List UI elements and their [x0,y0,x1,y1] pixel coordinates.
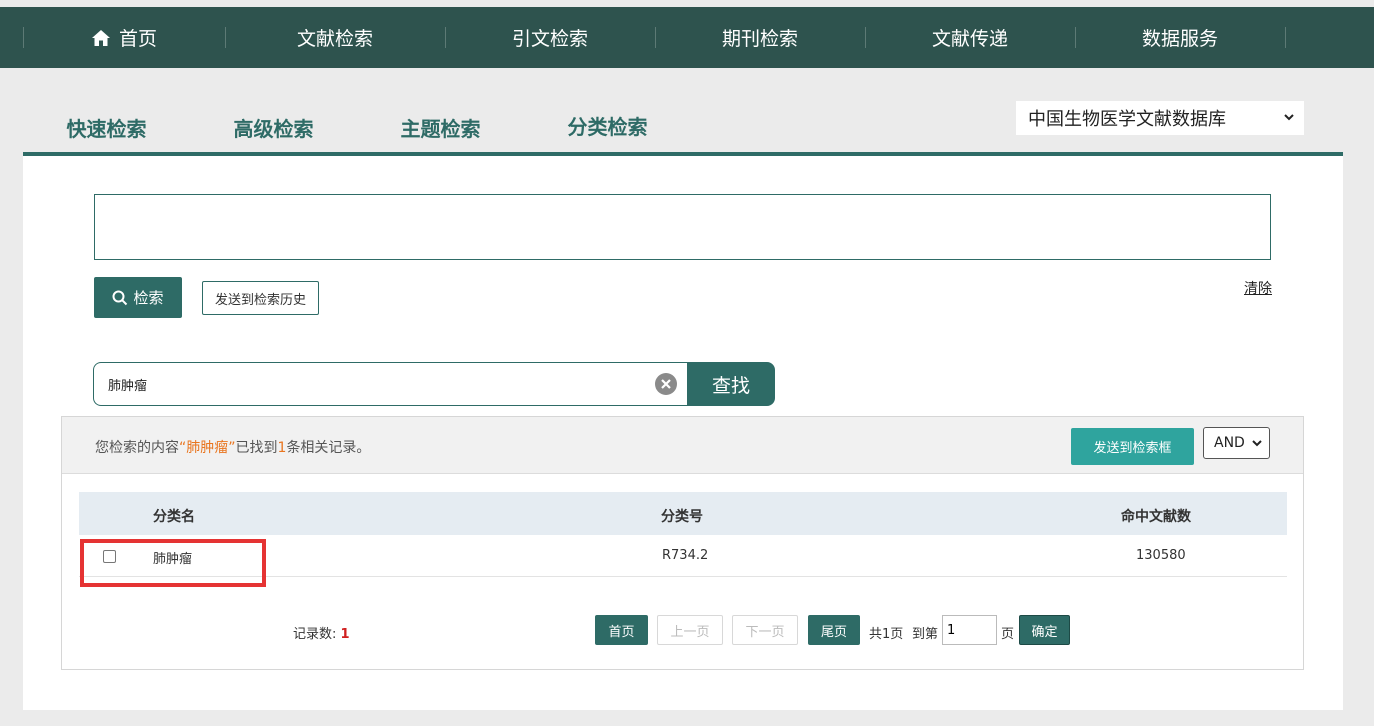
result-msg-suffix: 条相关记录。 [286,440,371,456]
column-header-name: 分类名 [153,509,195,525]
next-page-label: 下一页 [745,624,785,640]
first-page-button[interactable]: 首页 [595,615,648,645]
total-pages: 共1页 [869,627,904,642]
nav-item-citation-search[interactable]: 引文检索 [445,7,655,68]
search-icon [112,290,128,305]
highlight-outline [80,539,266,587]
send-to-query-box-label: 发送到检索框 [1093,441,1172,456]
search-panel: 快速检索 高级检索 主题检索 分类检索 中国生物医学文献数据库 检索 发送到检索… [23,68,1343,710]
last-page-button[interactable]: 尾页 [808,615,860,645]
result-msg-prefix: 您检索的内容 [95,440,179,456]
first-page-label: 首页 [608,624,635,640]
tab-label: 快速检索 [66,116,147,141]
operator-select[interactable]: AND [1203,427,1270,459]
nav-item-label: 文献传递 [931,28,1008,50]
tab-subject-search[interactable]: 主题检索 [357,98,524,156]
nav-item-data-service[interactable]: 数据服务 [1075,7,1285,68]
database-select-value: 中国生物医学文献数据库 [1028,109,1226,130]
row-hit-count: 130580 [1136,548,1186,563]
nav-item-literature-search[interactable]: 文献检索 [225,7,445,68]
nav-item-label: 首页 [118,28,157,50]
clear-input-icon[interactable] [655,373,677,395]
search-button[interactable]: 检索 [94,277,182,318]
result-panel: 您检索的内容“肺肿瘤”已找到1条相关记录。 发送到检索框 AND 分类名 分类号… [61,416,1304,670]
row-class-code: R734.2 [662,548,709,563]
last-page-label: 尾页 [820,624,847,640]
send-to-history-label: 发送到检索历史 [214,292,306,308]
goto-label: 到第 [912,627,939,642]
nav-item-label: 引文检索 [511,28,588,50]
home-icon [91,29,110,46]
table-row: 肺肿瘤 R734.2 130580 [79,535,1287,587]
search-content: 检索 发送到检索历史 清除 查找 您检索的内容“肺肿瘤”已找到1条相关记录。 发… [23,156,1343,710]
nav-item-label: 数据服务 [1141,28,1218,50]
category-find-bar: 查找 [93,362,775,406]
send-to-query-box-button[interactable]: 发送到检索框 [1071,428,1194,465]
record-count-value: 1 [340,627,350,642]
prev-page-label: 上一页 [670,624,710,640]
chevron-down-icon [1252,440,1262,447]
tab-label: 高级检索 [233,116,314,141]
chevron-down-icon [1284,114,1294,121]
tab-label: 分类检索 [567,115,648,139]
result-keyword: “肺肿瘤” [179,440,236,456]
category-find-input[interactable] [93,362,689,406]
prev-page-button: 上一页 [657,615,723,645]
send-to-history-button[interactable]: 发送到检索历史 [202,281,319,315]
next-page-button: 下一页 [732,615,798,645]
close-icon [661,379,671,389]
result-header: 您检索的内容“肺肿瘤”已找到1条相关记录。 发送到检索框 AND [62,417,1303,474]
column-header-code: 分类号 [661,509,703,525]
clear-link[interactable]: 清除 [1244,278,1272,298]
top-navigation-bar: 首页 文献检索 引文检索 期刊检索 文献传递 数据服务 [0,7,1374,68]
database-select[interactable]: 中国生物医学文献数据库 [1016,101,1304,135]
query-textarea[interactable] [94,194,1271,260]
record-count-label: 记录数: [293,627,337,642]
confirm-page-label: 确定 [1031,624,1058,640]
find-button[interactable]: 查找 [687,362,775,406]
column-header-hits: 命中文献数 [1121,509,1191,525]
operator-value: AND [1214,435,1245,451]
find-button-label: 查找 [711,374,750,397]
confirm-page-button[interactable]: 确定 [1019,615,1070,645]
nav-item-document-delivery[interactable]: 文献传递 [865,7,1075,68]
nav-item-label: 期刊检索 [721,28,798,50]
nav-item-journal-search[interactable]: 期刊检索 [655,7,865,68]
nav-item-home[interactable]: 首页 [23,7,225,68]
nav-item-label: 文献检索 [296,28,373,50]
tab-advanced-search[interactable]: 高级检索 [190,98,357,156]
search-tabs: 快速检索 高级检索 主题检索 分类检索 中国生物医学文献数据库 [23,68,1343,156]
table-header: 分类名 分类号 命中文献数 [79,492,1287,535]
search-button-label: 检索 [133,289,164,307]
tab-classification-search[interactable]: 分类检索 [524,98,691,156]
tab-quick-search[interactable]: 快速检索 [23,98,190,156]
tab-label: 主题检索 [400,116,481,141]
page-unit: 页 [1001,627,1015,642]
record-count: 记录数: 1 [293,623,350,642]
result-msg-mid: 已找到 [235,440,278,456]
result-message: 您检索的内容“肺肿瘤”已找到1条相关记录。 [95,437,370,457]
nav-separator [1285,27,1286,48]
pagination: 记录数: 1 首页 上一页 下一页 尾页 共1页 到第 页 确定 [62,615,1303,647]
page-number-input[interactable] [942,615,997,645]
